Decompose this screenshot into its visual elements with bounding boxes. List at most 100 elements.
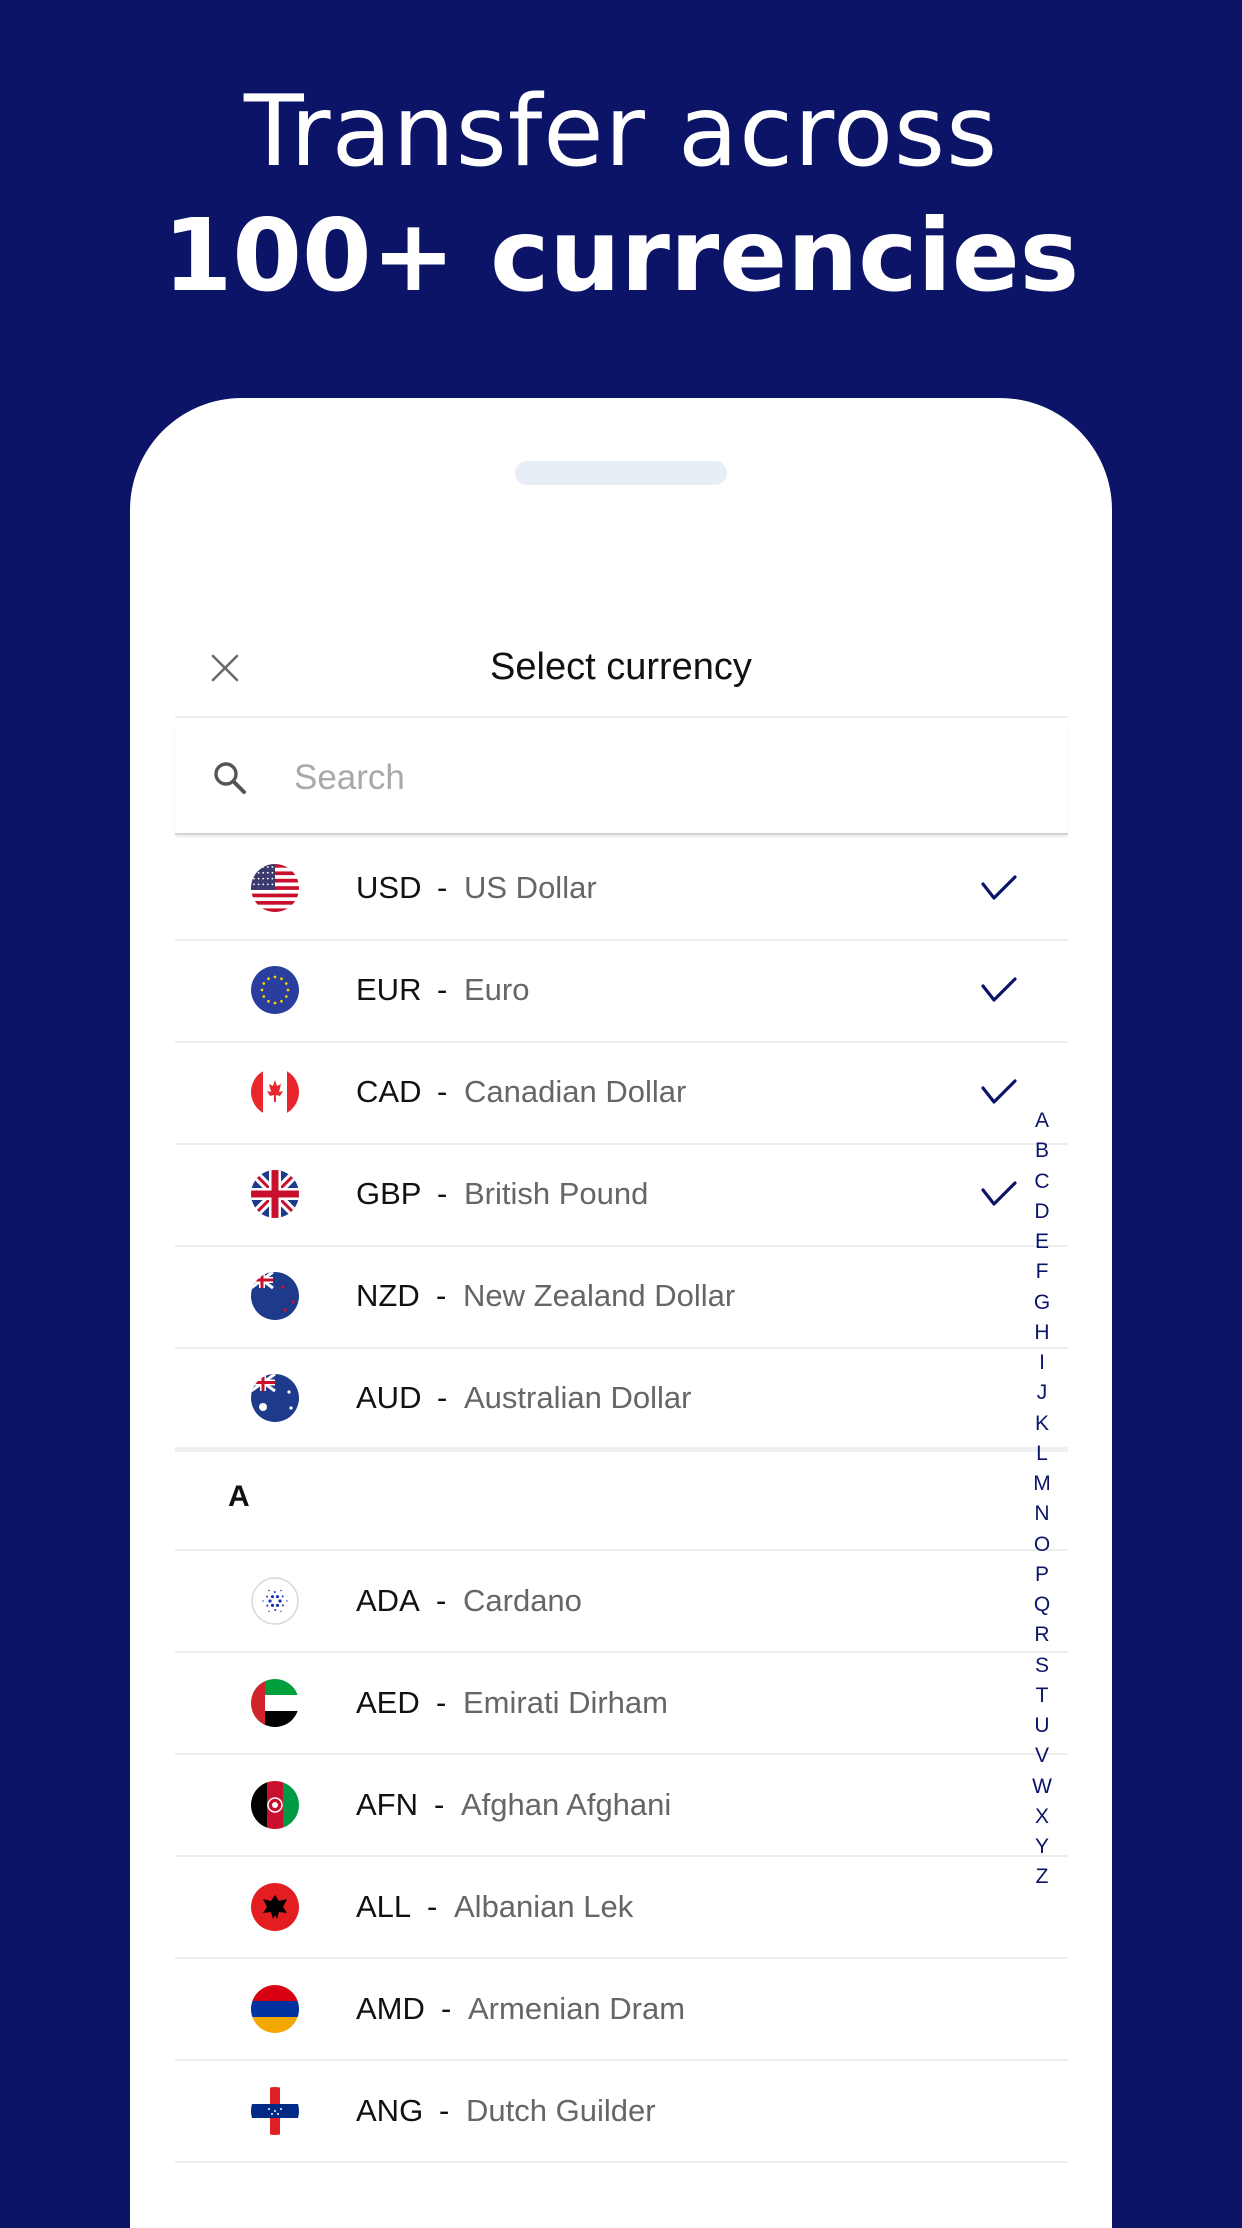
- section-divider: [175, 1447, 1068, 1452]
- index-letter-e[interactable]: E: [1028, 1227, 1056, 1257]
- index-letter-r[interactable]: R: [1028, 1620, 1056, 1650]
- currency-name: Canadian Dollar: [464, 1074, 687, 1109]
- index-letter-i[interactable]: I: [1028, 1348, 1056, 1378]
- flag-au-icon: [251, 1374, 299, 1422]
- index-letter-k[interactable]: K: [1028, 1409, 1056, 1439]
- index-letter-d[interactable]: D: [1028, 1197, 1056, 1227]
- header-divider: [175, 716, 1068, 718]
- index-letter-b[interactable]: B: [1028, 1136, 1056, 1166]
- row-divider: [175, 2161, 1068, 2163]
- currency-row-amd[interactable]: AMD - Armenian Dram: [175, 1959, 1068, 2059]
- search-bar: [175, 721, 1068, 835]
- currency-code: AUD: [356, 1380, 422, 1415]
- checkmark-icon: [981, 977, 1017, 1002]
- flag-nz-icon: [251, 1272, 299, 1320]
- currency-row-all[interactable]: ALL - Albanian Lek: [175, 1857, 1068, 1957]
- index-letter-v[interactable]: V: [1028, 1741, 1056, 1771]
- currency-name: Dutch Guilder: [466, 2093, 656, 2128]
- separator-dash: -: [437, 870, 448, 905]
- currency-row-aed[interactable]: AED - Emirati Dirham: [175, 1653, 1068, 1753]
- separator-dash: -: [437, 1176, 448, 1211]
- search-input[interactable]: [292, 747, 996, 809]
- section-header-a: A: [228, 1480, 250, 1513]
- headline-line-1: Transfer across: [243, 75, 999, 189]
- checkmark-icon: [981, 1181, 1017, 1206]
- currency-row-eur[interactable]: EUR - Euro: [175, 940, 1068, 1040]
- separator-dash: -: [434, 1787, 445, 1822]
- checkmark-icon: [981, 1079, 1017, 1104]
- currency-code: GBP: [356, 1176, 422, 1211]
- index-letter-y[interactable]: Y: [1028, 1832, 1056, 1862]
- currency-code: ALL: [356, 1889, 412, 1924]
- index-letter-m[interactable]: M: [1028, 1469, 1056, 1499]
- headline-line-2: 100+ currencies: [162, 197, 1080, 314]
- currency-code: AED: [356, 1685, 420, 1720]
- flag-eu-icon: [251, 966, 299, 1014]
- currency-code: EUR: [356, 972, 422, 1007]
- flag-af-icon: [251, 1781, 299, 1829]
- currency-row-ang[interactable]: ANG - Dutch Guilder: [175, 2061, 1068, 2161]
- currency-name: Australian Dollar: [464, 1380, 692, 1415]
- index-letter-h[interactable]: H: [1028, 1318, 1056, 1348]
- index-letter-n[interactable]: N: [1028, 1499, 1056, 1529]
- separator-dash: -: [437, 1380, 448, 1415]
- index-letter-s[interactable]: S: [1028, 1651, 1056, 1681]
- currency-name: Euro: [464, 972, 530, 1007]
- currency-row-ada[interactable]: ADA - Cardano: [175, 1551, 1068, 1651]
- separator-dash: -: [436, 1278, 447, 1313]
- phone-notch: [515, 461, 727, 485]
- currency-code: ADA: [356, 1583, 420, 1618]
- flag-ae-icon: [251, 1679, 299, 1727]
- separator-dash: -: [437, 972, 448, 1007]
- flag-gb-icon: [251, 1170, 299, 1218]
- index-letter-o[interactable]: O: [1028, 1530, 1056, 1560]
- flag-us-icon: [251, 864, 299, 912]
- currency-code: CAD: [356, 1074, 422, 1109]
- currency-row-afn[interactable]: AFN - Afghan Afghani: [175, 1755, 1068, 1855]
- index-letter-c[interactable]: C: [1028, 1167, 1056, 1197]
- separator-dash: -: [427, 1889, 438, 1924]
- index-letter-t[interactable]: T: [1028, 1681, 1056, 1711]
- currency-row-cad[interactable]: CAD - Canadian Dollar: [175, 1042, 1068, 1142]
- currency-row-usd[interactable]: USD - US Dollar: [175, 838, 1068, 938]
- currency-code: ANG: [356, 2093, 424, 2128]
- flag-ca-icon: [251, 1068, 299, 1116]
- row-divider: [175, 1549, 1068, 1551]
- flag-am-icon: [251, 1985, 299, 2033]
- currency-name: Albanian Lek: [454, 1889, 634, 1924]
- index-letter-j[interactable]: J: [1028, 1378, 1056, 1408]
- index-letter-a[interactable]: A: [1028, 1106, 1056, 1136]
- flag-ada-icon: [251, 1577, 299, 1625]
- currency-name: US Dollar: [464, 870, 597, 905]
- currency-name: Armenian Dram: [468, 1991, 686, 2026]
- phone-frame: Select currency USD-US DollarEUR-EuroCAD…: [130, 398, 1112, 2228]
- currency-name: British Pound: [464, 1176, 649, 1211]
- separator-dash: -: [437, 1074, 448, 1109]
- currency-name: Emirati Dirham: [463, 1685, 668, 1720]
- index-letter-u[interactable]: U: [1028, 1711, 1056, 1741]
- currency-row-nzd[interactable]: NZD - New Zealand Dollar: [175, 1246, 1068, 1346]
- index-letter-q[interactable]: Q: [1028, 1590, 1056, 1620]
- currency-code: AMD: [356, 1991, 425, 2026]
- search-icon: [214, 762, 246, 794]
- flag-al-icon: [251, 1883, 299, 1931]
- currency-code: USD: [356, 870, 422, 905]
- index-letter-f[interactable]: F: [1028, 1257, 1056, 1287]
- index-letter-p[interactable]: P: [1028, 1560, 1056, 1590]
- alphabet-index[interactable]: ABCDEFGHIJKLMNOPQRSTUVWXYZ: [1028, 1106, 1056, 1893]
- index-letter-g[interactable]: G: [1028, 1288, 1056, 1318]
- index-letter-x[interactable]: X: [1028, 1802, 1056, 1832]
- currency-row-aud[interactable]: AUD - Australian Dollar: [175, 1348, 1068, 1448]
- modal-title: Select currency: [490, 646, 752, 688]
- currency-name: New Zealand Dollar: [463, 1278, 736, 1313]
- currency-row-gbp[interactable]: GBP - British Pound: [175, 1144, 1068, 1244]
- checkmark-icon: [981, 875, 1017, 900]
- index-letter-l[interactable]: L: [1028, 1439, 1056, 1469]
- currency-code: AFN: [356, 1787, 418, 1822]
- index-letter-z[interactable]: Z: [1028, 1862, 1056, 1892]
- index-letter-w[interactable]: W: [1028, 1772, 1056, 1802]
- separator-dash: -: [441, 1991, 452, 2026]
- currency-code: NZD: [356, 1278, 420, 1313]
- flag-an-icon: [251, 2087, 299, 2135]
- separator-dash: -: [436, 1583, 447, 1618]
